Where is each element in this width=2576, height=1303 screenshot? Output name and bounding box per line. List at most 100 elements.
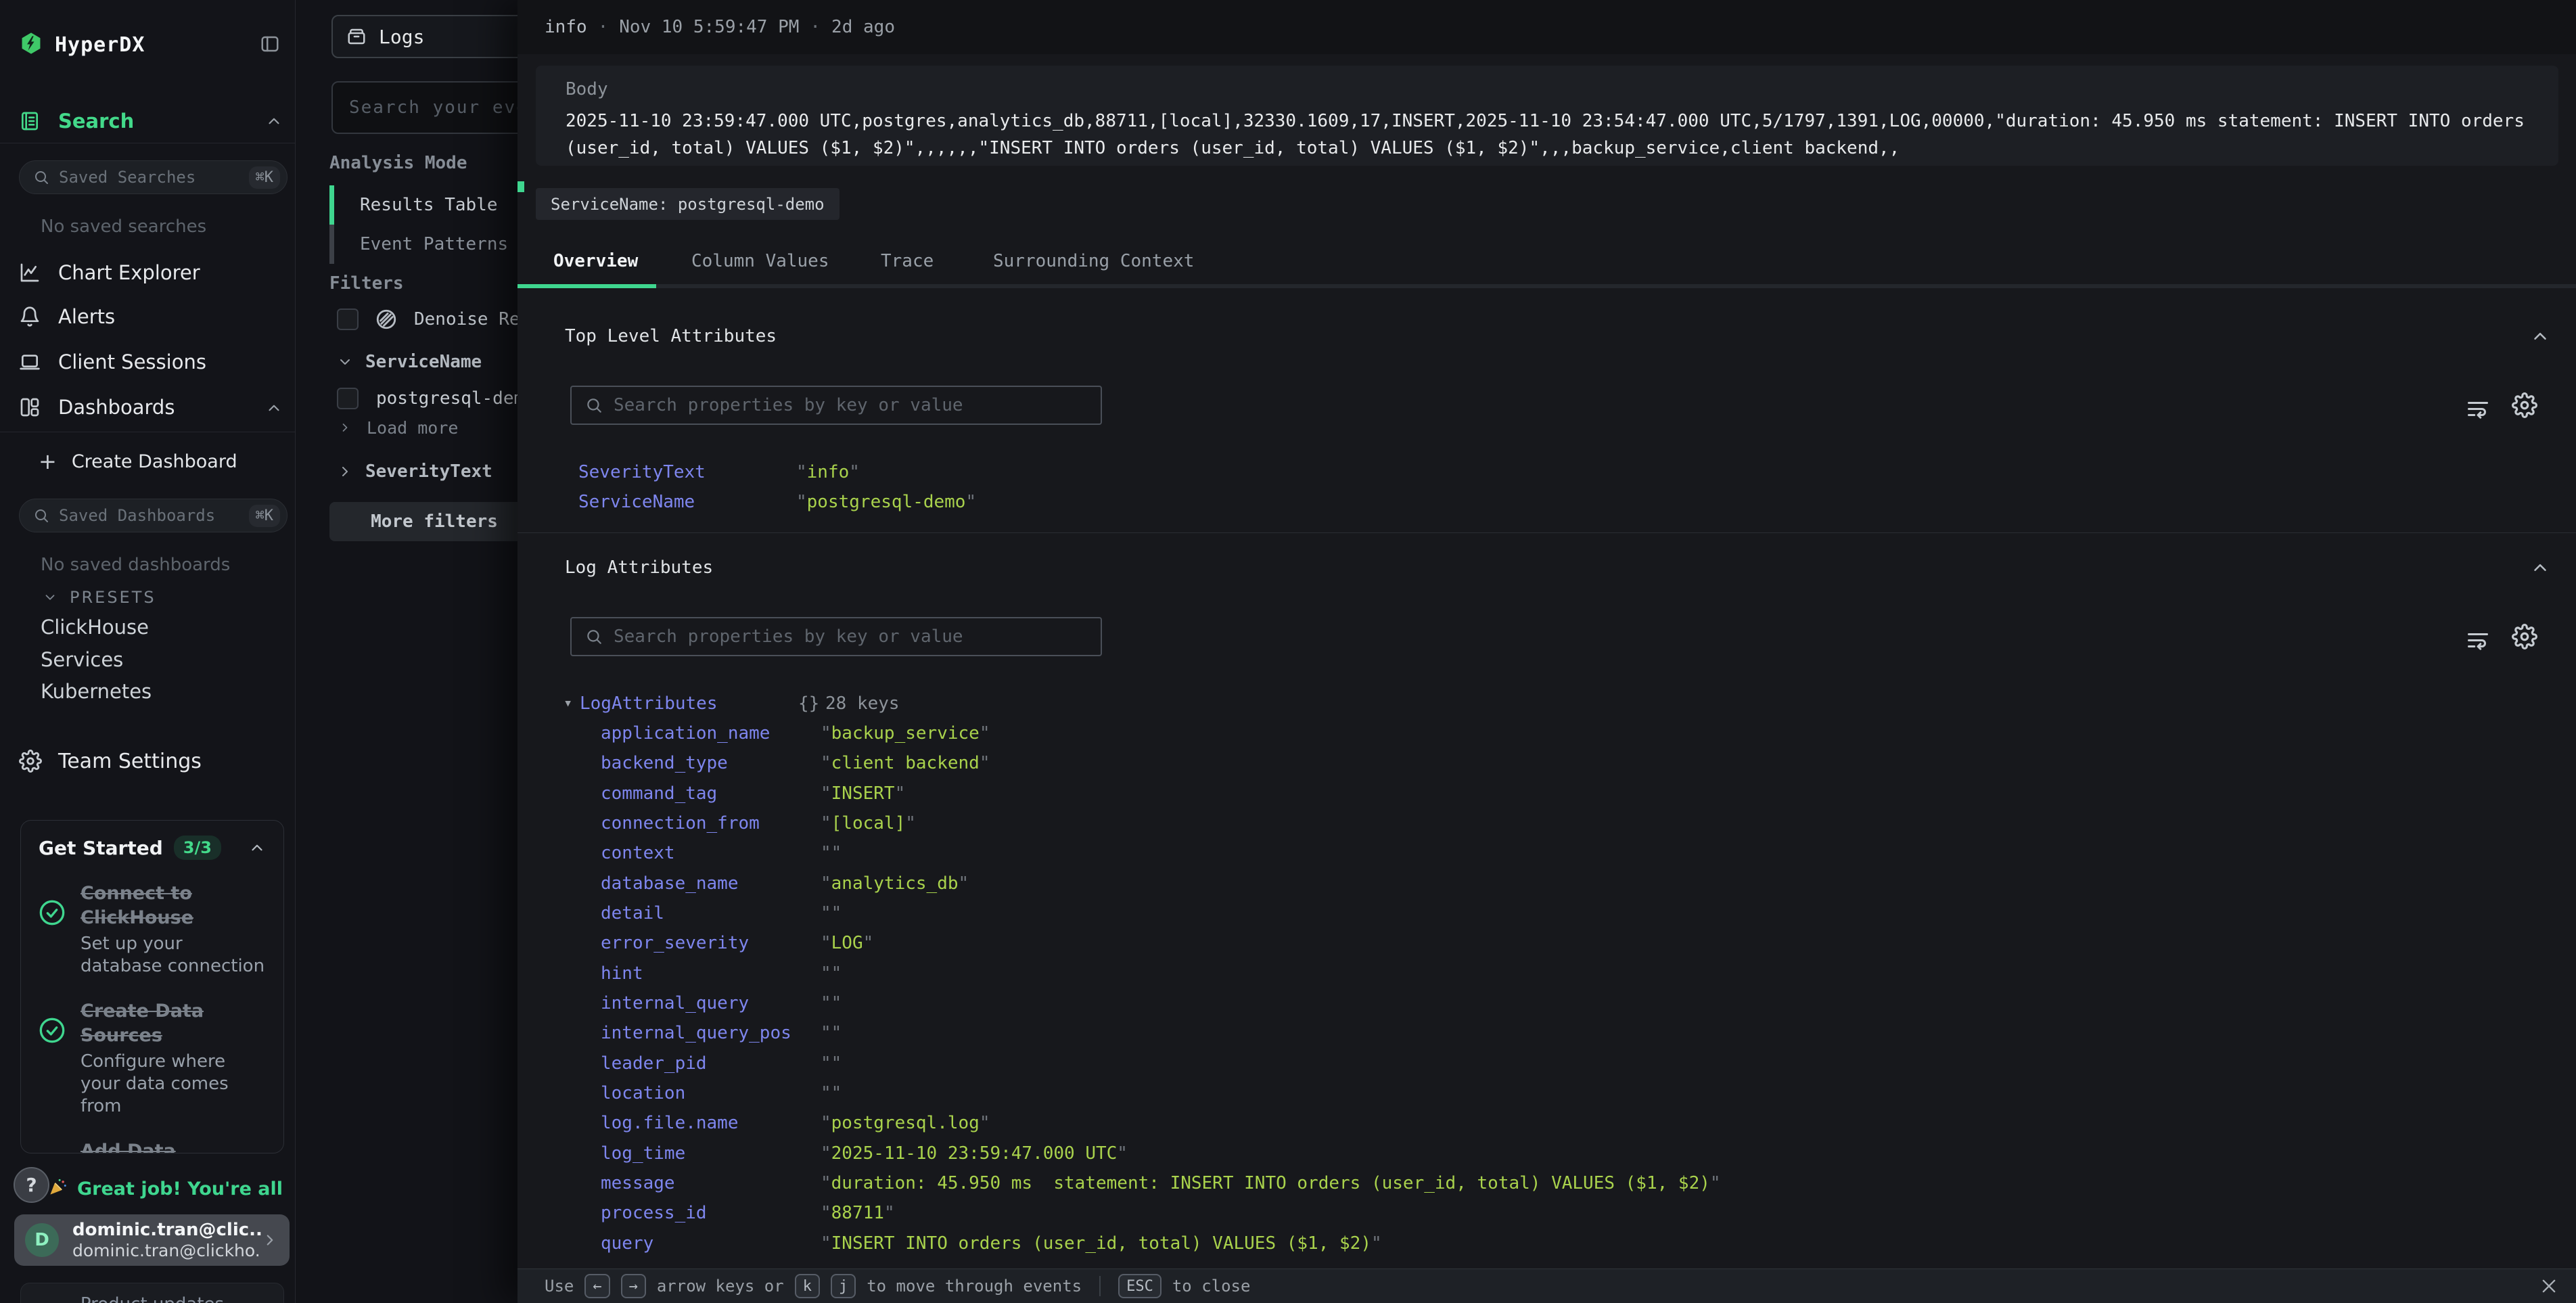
attribute-key[interactable]: detail bbox=[601, 898, 664, 928]
mode-event-patterns[interactable]: Event Patterns bbox=[329, 225, 508, 264]
log-attributes-root-row[interactable]: ▾ LogAttributes {} 28 keys bbox=[518, 689, 2479, 718]
top-level-search-box[interactable] bbox=[570, 386, 1102, 425]
attribute-value[interactable]: "2025-11-10 23:59:47.000 UTC" bbox=[821, 1139, 1128, 1168]
attribute-value[interactable]: "duration: 45.950 ms statement: INSERT I… bbox=[821, 1168, 1721, 1198]
attribute-key[interactable]: process_id bbox=[601, 1198, 707, 1228]
service-name-group-toggle[interactable]: ServiceName bbox=[337, 346, 482, 378]
attribute-row[interactable]: SeverityText "info" bbox=[518, 457, 2479, 487]
attribute-value[interactable]: "" bbox=[821, 1049, 842, 1078]
collapse-triangle-icon[interactable]: ▾ bbox=[564, 689, 572, 718]
attribute-key[interactable]: location bbox=[601, 1078, 685, 1108]
tab-overview[interactable]: Overview bbox=[553, 238, 638, 284]
attribute-value[interactable]: "88711" bbox=[821, 1198, 895, 1228]
attribute-key[interactable]: internal_query bbox=[601, 988, 749, 1018]
log-attributes-search-box[interactable] bbox=[570, 617, 1102, 656]
top-level-search-input[interactable] bbox=[614, 395, 1101, 415]
attribute-row[interactable]: internal_query "" bbox=[518, 988, 2479, 1018]
attribute-value[interactable]: "client backend" bbox=[821, 748, 990, 778]
wrap-lines-icon[interactable] bbox=[2466, 627, 2490, 652]
attribute-key[interactable]: log.file.name bbox=[601, 1108, 739, 1138]
body-text[interactable]: 2025-11-10 23:59:47.000 UTC,postgres,ana… bbox=[566, 108, 2529, 162]
attribute-key[interactable]: log_time bbox=[601, 1139, 685, 1168]
load-more-button[interactable]: Load more bbox=[338, 414, 458, 441]
attribute-key[interactable]: command_tag bbox=[601, 779, 717, 808]
attribute-row[interactable]: hint"" bbox=[518, 959, 2479, 988]
service-checkbox[interactable] bbox=[337, 388, 359, 409]
gear-icon[interactable] bbox=[2512, 624, 2537, 649]
saved-searches-field[interactable] bbox=[59, 168, 249, 187]
chevron-up-icon[interactable] bbox=[265, 399, 283, 417]
attribute-value[interactable]: "postgresql.log" bbox=[821, 1108, 990, 1138]
attribute-value[interactable]: "" bbox=[821, 838, 842, 868]
denoise-checkbox[interactable] bbox=[337, 308, 359, 330]
tab-column-values[interactable]: Column Values bbox=[691, 238, 829, 284]
saved-dashboards-field[interactable] bbox=[59, 506, 249, 525]
sidebar-item-chart-explorer[interactable]: Chart Explorer bbox=[19, 256, 200, 290]
sidebar-item-alerts[interactable]: Alerts bbox=[19, 300, 115, 334]
attribute-row[interactable]: application_name "backup_service" bbox=[518, 718, 2479, 748]
attribute-value[interactable]: "INSERT" bbox=[821, 779, 905, 808]
attribute-row[interactable]: command_tag "INSERT" bbox=[518, 779, 2479, 808]
attribute-value[interactable]: "[local]" bbox=[821, 808, 916, 838]
attribute-row[interactable]: log_time "2025-11-10 23:59:47.000 UTC" bbox=[518, 1139, 2479, 1168]
attribute-key[interactable]: backend_type bbox=[601, 748, 728, 778]
attribute-key[interactable]: LogAttributes bbox=[580, 689, 718, 718]
attribute-value[interactable]: "" bbox=[821, 898, 842, 928]
denoise-results-option[interactable]: Denoise Results bbox=[337, 300, 518, 338]
chevron-up-icon[interactable] bbox=[265, 112, 283, 130]
attribute-key[interactable]: connection_from bbox=[601, 808, 760, 838]
get-started-item-connect[interactable]: Connect to ClickHouse Set up your databa… bbox=[39, 882, 266, 978]
help-button[interactable]: ? bbox=[14, 1167, 49, 1203]
tab-trace[interactable]: Trace bbox=[881, 238, 934, 284]
attribute-key[interactable]: ServiceName bbox=[578, 487, 695, 517]
attribute-value[interactable]: "INSERT INTO orders (user_id, total) VAL… bbox=[821, 1229, 1382, 1258]
attribute-key[interactable]: message bbox=[601, 1168, 675, 1198]
close-icon[interactable] bbox=[2539, 1277, 2558, 1296]
attribute-value[interactable]: "postgresql-demo" bbox=[796, 487, 976, 517]
attribute-value[interactable]: "analytics_db" bbox=[821, 869, 969, 898]
attribute-value[interactable]: "backup_service" bbox=[821, 718, 990, 748]
attribute-row[interactable]: query"INSERT INTO orders (user_id, total… bbox=[518, 1229, 2479, 1258]
sidebar-item-team-settings[interactable]: Team Settings bbox=[19, 743, 202, 779]
sidebar-item-search[interactable]: Search bbox=[19, 103, 134, 139]
attribute-key[interactable]: internal_query_pos bbox=[601, 1018, 791, 1048]
sidebar-toggle-icon[interactable] bbox=[259, 34, 281, 54]
sidebar-item-dashboards[interactable]: Dashboards bbox=[19, 390, 175, 424]
attribute-key[interactable]: context bbox=[601, 838, 675, 868]
chevron-up-icon[interactable] bbox=[2530, 326, 2550, 346]
preset-kubernetes[interactable]: Kubernetes bbox=[41, 680, 152, 703]
attribute-row[interactable]: context "" bbox=[518, 838, 2479, 868]
attribute-value[interactable]: "info" bbox=[796, 457, 860, 487]
chevron-up-icon[interactable] bbox=[2530, 557, 2550, 578]
attribute-row[interactable]: database_name "analytics_db" bbox=[518, 869, 2479, 898]
source-select[interactable]: Logs bbox=[331, 15, 518, 58]
attribute-value[interactable]: "" bbox=[821, 988, 842, 1018]
preset-services[interactable]: Services bbox=[41, 648, 123, 671]
attribute-value[interactable]: "" bbox=[821, 1078, 842, 1108]
attribute-key[interactable]: hint bbox=[601, 959, 643, 988]
app-logo[interactable]: HyperDX bbox=[20, 26, 145, 64]
attribute-row[interactable]: process_id "88711" bbox=[518, 1198, 2479, 1228]
sidebar-item-client-sessions[interactable]: Client Sessions bbox=[19, 345, 206, 379]
get-started-item-sources[interactable]: Create Data Sources Configure where your… bbox=[39, 999, 266, 1118]
attribute-row[interactable]: backend_type "client backend" bbox=[518, 748, 2479, 778]
event-search-input[interactable] bbox=[333, 97, 518, 118]
attribute-key[interactable]: application_name bbox=[601, 718, 770, 748]
get-started-item-add-data[interactable]: Add Data Start sending logs, metrics, or… bbox=[39, 1139, 266, 1153]
event-search-box[interactable] bbox=[331, 81, 518, 134]
severity-group-toggle[interactable]: SeverityText bbox=[337, 456, 492, 487]
preset-clickhouse[interactable]: ClickHouse bbox=[41, 616, 149, 639]
attribute-key[interactable]: SeverityText bbox=[578, 457, 706, 487]
attribute-key[interactable]: database_name bbox=[601, 869, 739, 898]
user-menu[interactable]: D dominic.tran@clic... dominic.tran@clic… bbox=[14, 1214, 290, 1266]
attribute-value[interactable]: "" bbox=[821, 1018, 842, 1048]
wrap-lines-icon[interactable] bbox=[2466, 396, 2490, 420]
gear-icon[interactable] bbox=[2512, 392, 2537, 418]
saved-dashboards-input[interactable]: ⌘K bbox=[19, 499, 288, 532]
service-filter-option[interactable]: postgresql-demo bbox=[337, 382, 518, 415]
attribute-key[interactable]: error_severity bbox=[601, 928, 749, 958]
attribute-value[interactable]: "LOG" bbox=[821, 928, 873, 958]
attribute-row[interactable]: detail "" bbox=[518, 898, 2479, 928]
chevron-up-icon[interactable] bbox=[248, 839, 266, 856]
attribute-row[interactable]: location "" bbox=[518, 1078, 2479, 1108]
